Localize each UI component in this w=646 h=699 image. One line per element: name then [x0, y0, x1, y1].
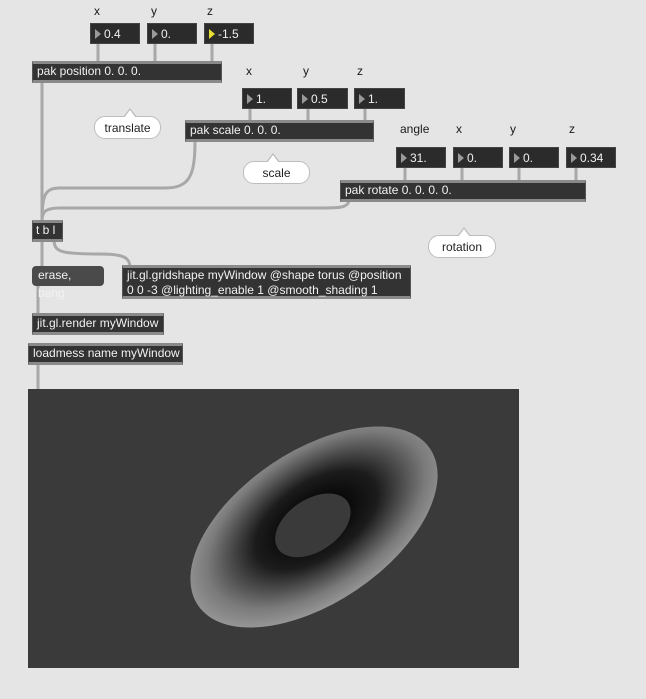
rotate-y-value: 0. [523, 151, 534, 165]
number-arrow-icon [152, 29, 158, 39]
pak-position-object[interactable]: pak position 0. 0. 0. [32, 61, 222, 83]
cord-rotate-to-trigger [40, 197, 351, 223]
rotate-x-label: x [456, 122, 462, 136]
position-y-number-box[interactable]: 0. [147, 23, 197, 44]
scale-z-label: z [357, 64, 363, 78]
rotation-comment: rotation [428, 227, 496, 258]
scale-x-number-box[interactable]: 1. [242, 88, 292, 109]
trigger-object[interactable]: t b l [32, 220, 63, 242]
rotate-angle-value: 31. [410, 151, 427, 165]
position-x-label: x [94, 4, 100, 18]
number-arrow-icon [95, 29, 101, 39]
rotate-angle-number-box[interactable]: 31. [396, 147, 446, 168]
number-arrow-icon [571, 153, 577, 163]
number-arrow-icon [302, 94, 308, 104]
pak-rotate-object[interactable]: pak rotate 0. 0. 0. 0. [340, 180, 586, 202]
position-z-number-box[interactable]: -1.5 [204, 23, 254, 44]
rotate-z-number-box[interactable]: 0.34 [566, 147, 616, 168]
scale-x-label: x [246, 64, 252, 78]
position-z-value: -1.5 [218, 27, 239, 41]
scale-comment: scale [243, 153, 310, 184]
rotate-angle-label: angle [400, 122, 430, 136]
position-x-number-box[interactable]: 0.4 [90, 23, 140, 44]
gridshape-object[interactable]: jit.gl.gridshape myWindow @shape torus @… [122, 265, 411, 299]
rotate-z-label: z [569, 122, 575, 136]
erase-bang-message[interactable]: erase, bang [32, 266, 104, 300]
scale-y-number-box[interactable]: 0.5 [297, 88, 348, 109]
number-arrow-icon [359, 94, 365, 104]
position-x-value: 0.4 [104, 27, 121, 41]
number-arrow-icon [458, 153, 464, 163]
scale-z-number-box[interactable]: 1. [354, 88, 405, 109]
scale-y-value: 0.5 [311, 92, 328, 106]
jit-gl-render-object[interactable]: jit.gl.render myWindow [32, 313, 164, 335]
rotate-z-value: 0.34 [580, 151, 604, 165]
scale-x-value: 1. [256, 92, 267, 106]
scale-y-label: y [303, 64, 309, 78]
position-z-label: z [207, 4, 213, 18]
translate-comment: translate [94, 108, 161, 139]
cord-trigger-to-gridshape [52, 237, 132, 270]
torus-render [190, 426, 438, 628]
rotate-y-number-box[interactable]: 0. [509, 147, 559, 168]
position-y-value: 0. [161, 27, 172, 41]
rotate-y-label: y [510, 122, 516, 136]
number-arrow-icon [514, 153, 520, 163]
gridshape-line-2: 0 0 -3 @lighting_enable 1 @smooth_shadin… [127, 283, 378, 297]
number-arrow-icon [209, 29, 215, 39]
number-arrow-icon [401, 153, 407, 163]
rotate-x-number-box[interactable]: 0. [453, 147, 503, 168]
number-arrow-icon [247, 94, 253, 104]
loadmess-object[interactable]: loadmess name myWindow [28, 343, 183, 365]
render-window[interactable] [28, 389, 519, 668]
position-y-label: y [151, 4, 157, 18]
rotate-x-value: 0. [467, 151, 478, 165]
cord-scale-to-trigger [40, 139, 197, 223]
torus-shape [190, 426, 438, 628]
gridshape-line-1: jit.gl.gridshape myWindow @shape torus @… [127, 268, 402, 282]
pak-scale-object[interactable]: pak scale 0. 0. 0. [185, 120, 374, 142]
scale-z-value: 1. [368, 92, 379, 106]
